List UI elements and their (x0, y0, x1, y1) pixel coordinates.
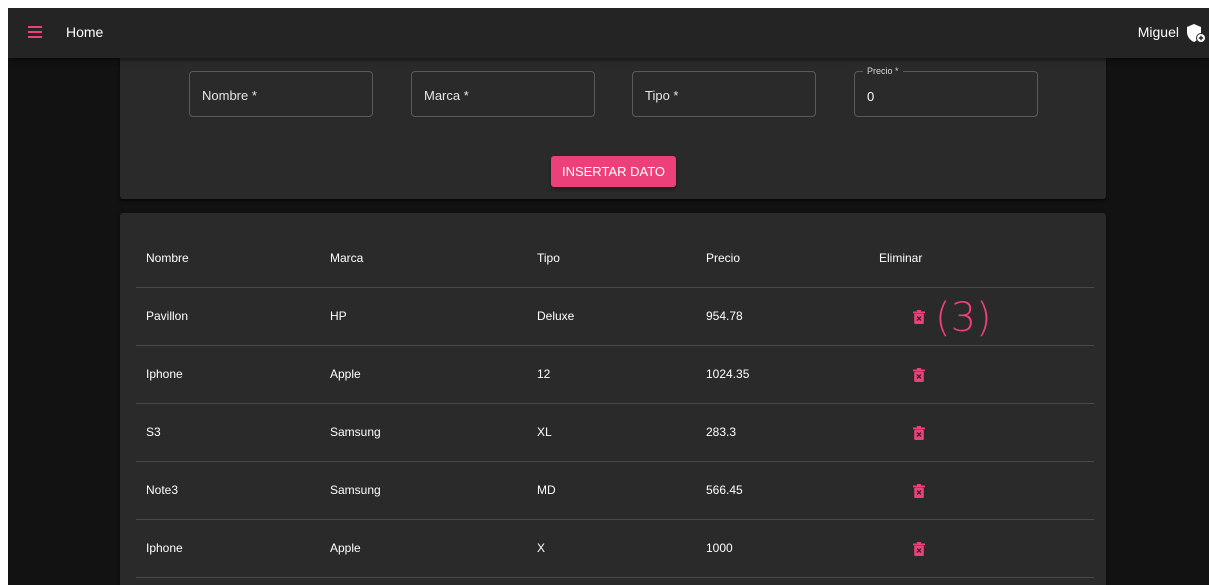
header-eliminar: Eliminar (879, 251, 923, 265)
page-title: Home (66, 24, 104, 40)
step-annotation: (3) (935, 295, 992, 341)
precio-input[interactable] (867, 89, 1017, 104)
cell-marca: HP (330, 309, 347, 323)
table-row: Iphone Apple X 1000 (136, 520, 1094, 578)
trash-icon[interactable] (913, 310, 925, 324)
nombre-field-label: Nombre * (202, 88, 257, 103)
cell-marca: Samsung (330, 425, 381, 439)
user-name[interactable]: Miguel (1138, 24, 1179, 40)
marca-field[interactable]: Marca * (411, 71, 595, 117)
header-precio: Precio (706, 251, 741, 265)
precio-field[interactable]: Precio * (854, 66, 1038, 117)
insertar-dato-button[interactable]: INSERTAR DATO (551, 156, 676, 187)
cell-precio: 1024.35 (706, 367, 750, 381)
trash-icon[interactable] (913, 368, 925, 382)
cell-tipo: XL (537, 425, 552, 439)
tipo-field-label: Tipo * (645, 88, 679, 103)
cell-nombre: S3 (146, 425, 161, 439)
cell-nombre: Pavillon (146, 309, 189, 323)
cell-nombre: Iphone (146, 367, 183, 381)
user-shield-icon[interactable] (1185, 22, 1207, 44)
cell-tipo: 12 (537, 367, 551, 381)
cell-tipo: MD (537, 483, 556, 497)
cell-precio: 1000 (706, 541, 733, 555)
app-bar: Home Miguel (8, 8, 1209, 58)
cell-tipo: X (537, 541, 546, 555)
data-table-card: Nombre Marca Tipo Precio Eliminar Pavill… (120, 213, 1106, 585)
table-header-row: Nombre Marca Tipo Precio Eliminar (136, 230, 1094, 288)
trash-icon[interactable] (913, 426, 925, 440)
table-row: S3 Samsung XL 283.3 (136, 404, 1094, 462)
header-tipo: Tipo (537, 251, 560, 265)
marca-field-label: Marca * (424, 88, 469, 103)
cell-tipo: Deluxe (537, 309, 575, 323)
header-nombre: Nombre (146, 251, 189, 265)
insert-form-card: Nombre * Marca * Tipo * Precio * INSERTA… (120, 58, 1106, 199)
table-row: Note3 Samsung MD 566.45 (136, 462, 1094, 520)
app-screen: Home Miguel Nombre * Marca * Tipo * Prec… (8, 8, 1209, 585)
menu-icon[interactable] (28, 26, 42, 38)
table-row: Iphone Apple 12 1024.35 (136, 346, 1094, 404)
tipo-field[interactable]: Tipo * (632, 71, 816, 117)
cell-nombre: Iphone (146, 541, 183, 555)
cell-nombre: Note3 (146, 483, 179, 497)
cell-marca: Apple (330, 541, 361, 555)
cell-precio: 566.45 (706, 483, 743, 497)
nombre-field[interactable]: Nombre * (189, 71, 373, 117)
trash-icon[interactable] (913, 542, 925, 556)
trash-icon[interactable] (913, 484, 925, 498)
cell-precio: 954.78 (706, 309, 743, 323)
cell-marca: Samsung (330, 483, 381, 497)
cell-marca: Apple (330, 367, 361, 381)
cell-precio: 283.3 (706, 425, 737, 439)
precio-field-label: Precio * (863, 66, 903, 76)
header-marca: Marca (330, 251, 364, 265)
